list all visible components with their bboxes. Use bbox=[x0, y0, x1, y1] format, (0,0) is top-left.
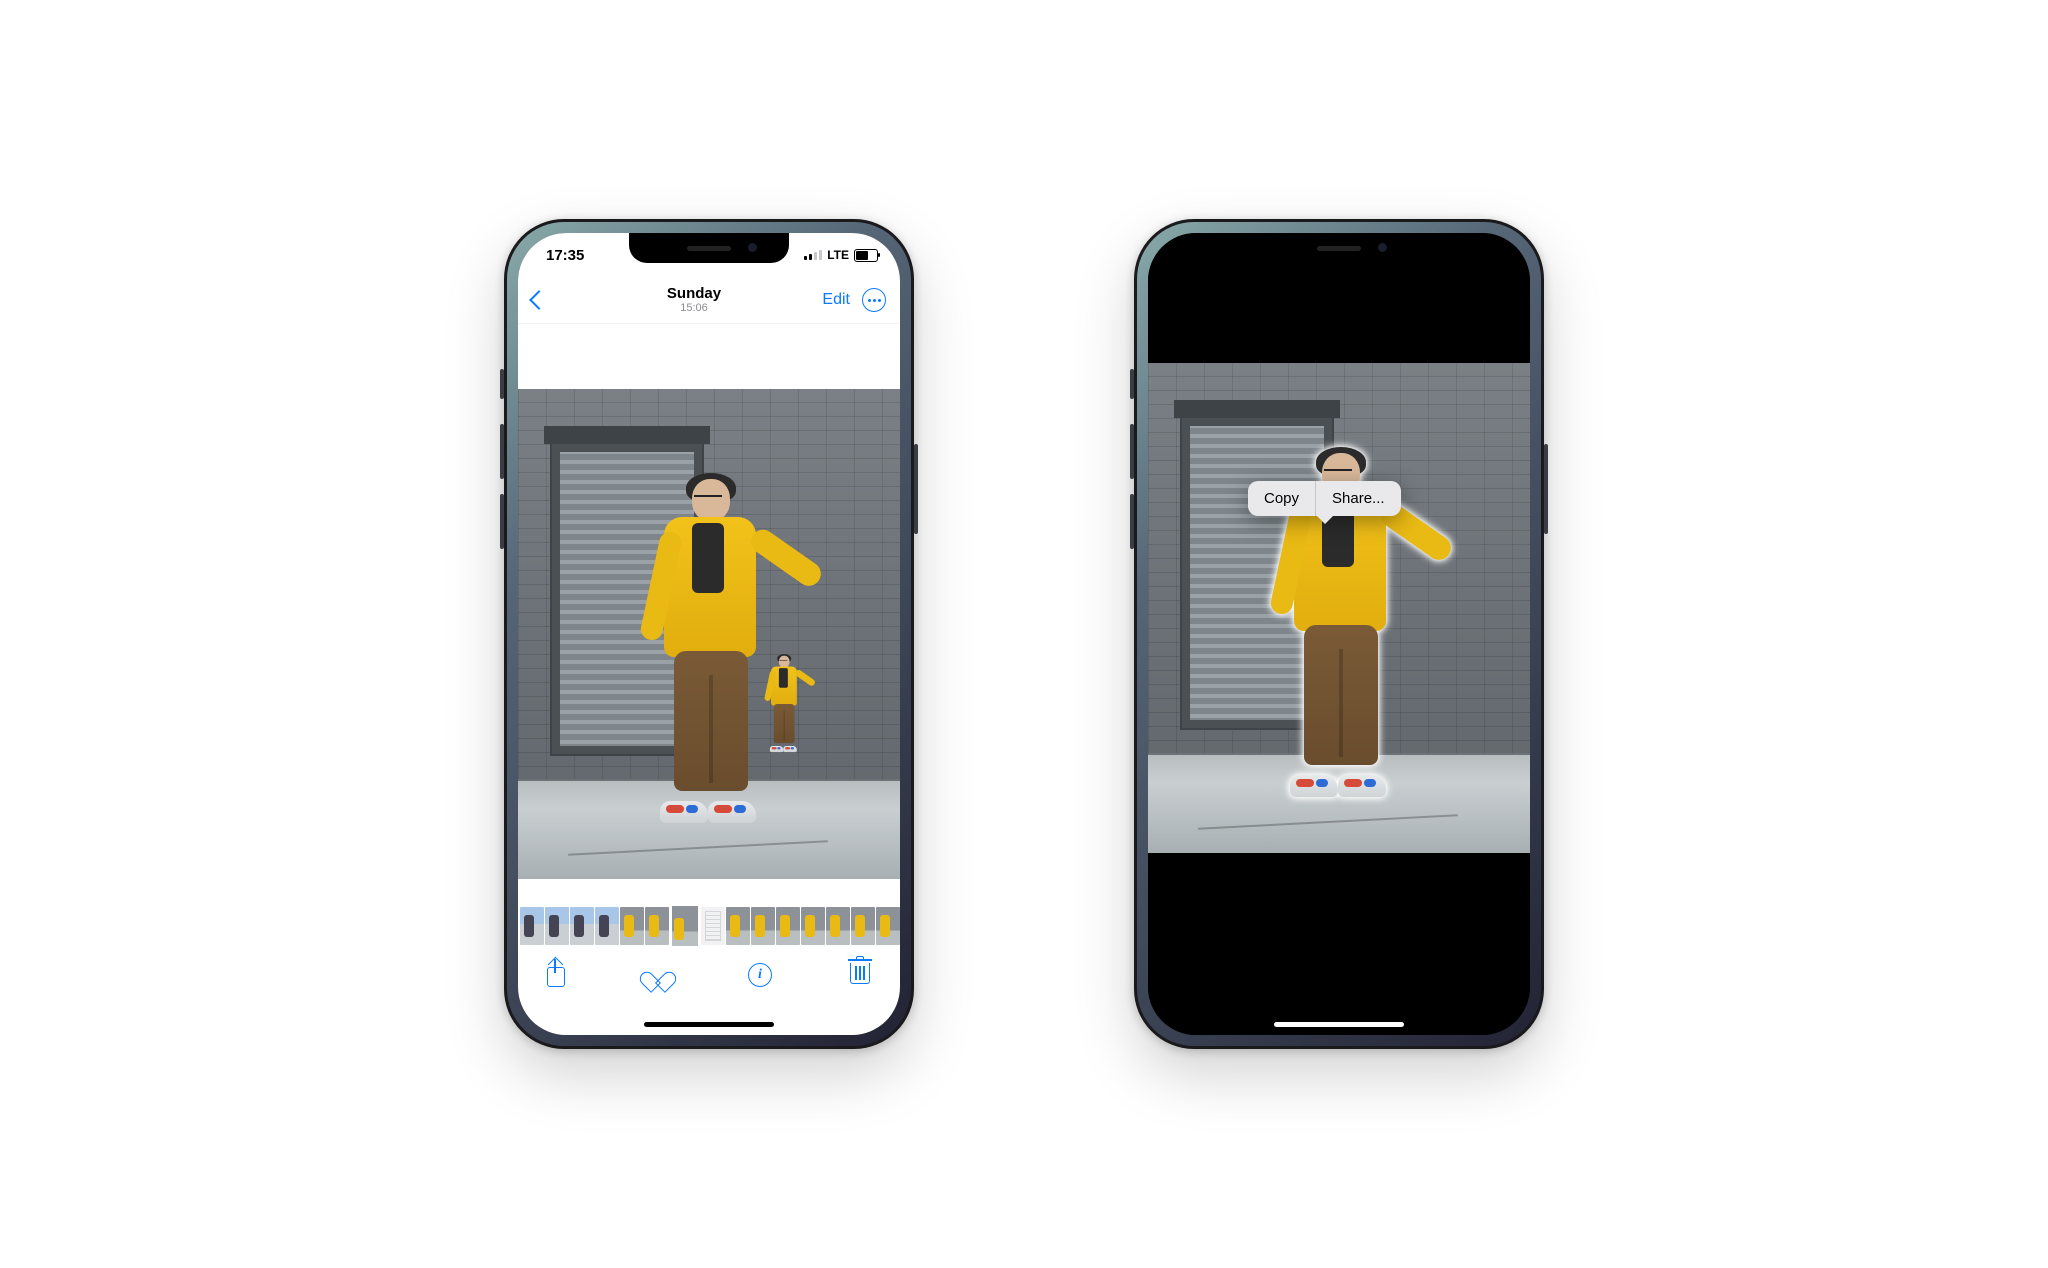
power-button bbox=[914, 444, 918, 534]
thumbnail[interactable] bbox=[876, 907, 900, 945]
comparison-stage: 17:35 LTE Sunday 15:06 bbox=[0, 0, 2048, 1268]
volume-up-button bbox=[500, 424, 504, 479]
context-copy-button[interactable]: Copy bbox=[1248, 481, 1315, 516]
thumbnail[interactable] bbox=[826, 907, 850, 945]
mute-switch bbox=[500, 369, 504, 399]
favorite-button[interactable] bbox=[646, 963, 670, 987]
context-share-button[interactable]: Share... bbox=[1316, 481, 1401, 516]
home-indicator[interactable] bbox=[1274, 1022, 1404, 1027]
thumbnail[interactable] bbox=[570, 907, 594, 945]
thumbnail[interactable] bbox=[751, 907, 775, 945]
nav-bar: Sunday 15:06 Edit bbox=[518, 277, 900, 324]
edit-button[interactable]: Edit bbox=[822, 291, 850, 309]
volume-down-button bbox=[500, 494, 504, 549]
back-button[interactable] bbox=[529, 290, 549, 310]
power-button bbox=[1544, 444, 1548, 534]
thumbnail[interactable] bbox=[851, 907, 875, 945]
thumbnail[interactable] bbox=[776, 907, 800, 945]
more-actions-button[interactable] bbox=[862, 288, 886, 312]
thumbnail[interactable] bbox=[726, 907, 750, 945]
info-button[interactable]: i bbox=[748, 963, 772, 987]
bottom-toolbar: i bbox=[518, 948, 900, 1002]
phone-mockup-left: 17:35 LTE Sunday 15:06 bbox=[504, 219, 914, 1049]
subject-context-menu: Copy Share... bbox=[1248, 481, 1401, 516]
photo-viewer[interactable]: Copy Share... bbox=[1148, 363, 1530, 853]
photo-subject-person bbox=[646, 479, 766, 819]
cellular-signal-icon bbox=[804, 250, 822, 260]
battery-icon bbox=[854, 249, 878, 262]
thumbnail[interactable] bbox=[595, 907, 619, 945]
phone-mockup-right: Copy Share... bbox=[1134, 219, 1544, 1049]
thumbnail[interactable] bbox=[520, 907, 544, 945]
photo-subject-person-small bbox=[766, 656, 800, 751]
mute-switch bbox=[1130, 369, 1134, 399]
thumbnail[interactable] bbox=[701, 907, 725, 945]
thumbnail[interactable] bbox=[545, 907, 569, 945]
delete-button[interactable] bbox=[850, 963, 874, 987]
home-indicator[interactable] bbox=[644, 1022, 774, 1027]
thumbnail[interactable] bbox=[620, 907, 644, 945]
share-button[interactable] bbox=[544, 963, 568, 987]
volume-down-button bbox=[1130, 494, 1134, 549]
display-notch bbox=[629, 233, 789, 263]
network-type-label: LTE bbox=[827, 248, 849, 262]
nav-subtitle: 15:06 bbox=[592, 302, 796, 314]
photo-scrubber[interactable] bbox=[518, 904, 900, 948]
nav-title: Sunday bbox=[592, 286, 796, 303]
photo-viewer[interactable] bbox=[518, 364, 900, 904]
status-time: 17:35 bbox=[546, 247, 584, 264]
photo-content bbox=[518, 389, 900, 879]
thumbnail[interactable] bbox=[645, 907, 669, 945]
thumbnail[interactable] bbox=[801, 907, 825, 945]
volume-up-button bbox=[1130, 424, 1134, 479]
subject-lift-screen: Copy Share... bbox=[1148, 233, 1530, 1035]
display-notch bbox=[1259, 233, 1419, 263]
thumbnail-selected[interactable] bbox=[670, 904, 700, 948]
photos-app-screen: 17:35 LTE Sunday 15:06 bbox=[518, 233, 900, 1035]
